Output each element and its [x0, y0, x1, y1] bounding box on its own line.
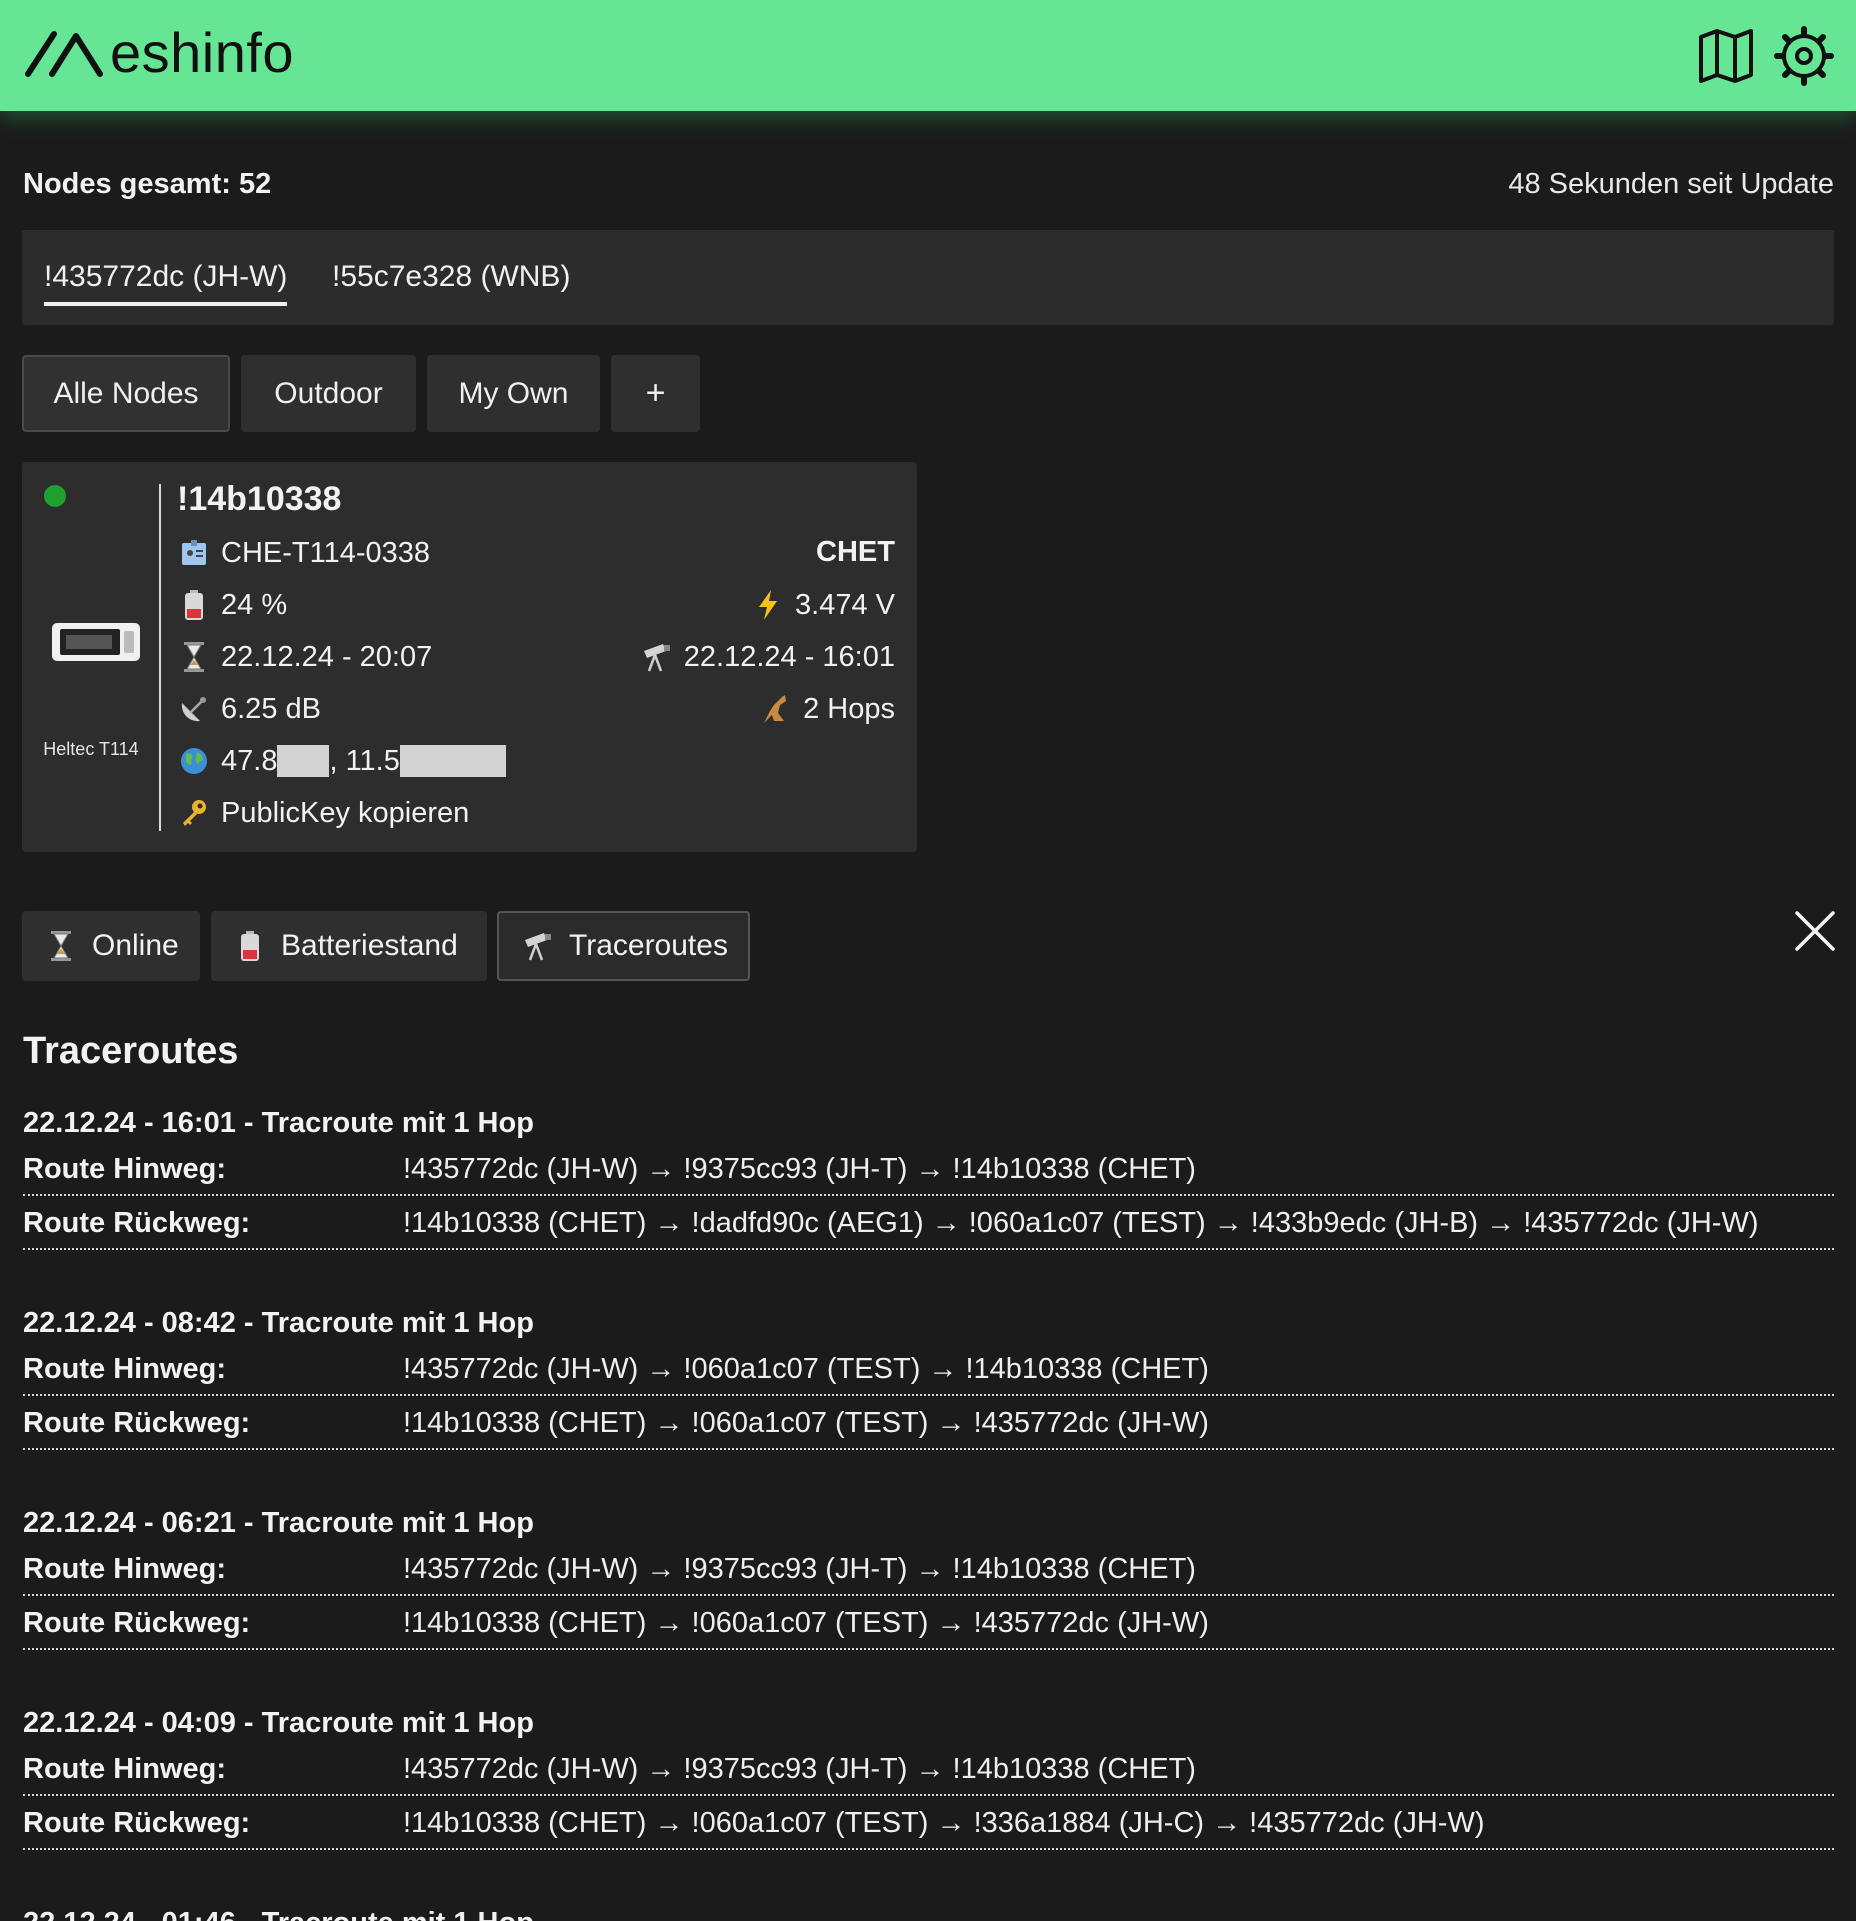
route-back-row: Route Rückweg: !14b10338 (CHET) → !060a1… — [23, 1596, 1834, 1650]
tab-gateway-jh-w[interactable]: !435772dc (JH-W) — [44, 260, 288, 306]
long-name: CHE-T114-0338 — [221, 536, 431, 569]
nodes-total: Nodes gesamt: 52 — [23, 168, 272, 200]
tab-batteriestand-label: Batteriestand — [281, 929, 458, 962]
device-model: Heltec T114 — [43, 739, 139, 759]
globe-icon — [177, 744, 211, 778]
filter-outdoor-button[interactable]: Outdoor — [241, 355, 416, 432]
traceroute-heading: 22.12.24 - 01:46 - Tracroute mit 1 Hop — [23, 1904, 1834, 1921]
route-back: !14b10338 (CHET) → !060a1c07 (TEST) → !4… — [403, 1607, 1209, 1639]
traceroute-heading: 22.12.24 - 06:21 - Tracroute mit 1 Hop — [23, 1507, 534, 1539]
telescope-icon — [640, 640, 674, 674]
traceroute-heading: 22.12.24 - 08:42 - Tracroute mit 1 Hop — [23, 1307, 534, 1339]
longitude: , 11.5 — [329, 744, 400, 777]
close-icon[interactable] — [1794, 910, 1836, 952]
traceroutes-title: Traceroutes — [23, 1030, 239, 1072]
last-traceroute-time: 22.12.24 - 16:01 — [683, 640, 895, 673]
route-back-row: Route Rückweg: !14b10338 (CHET) → !dadfd… — [23, 1196, 1834, 1250]
route-back-label: Route Rückweg: — [23, 1407, 251, 1439]
voltage-row: 3.474 V — [751, 588, 895, 622]
last-update: 48 Sekunden seit Update — [1508, 168, 1834, 200]
device-image — [52, 623, 140, 661]
route-back-label: Route Rückweg: — [23, 1207, 251, 1239]
route-forward: !435772dc (JH-W) → !9375cc93 (JH-T) → !1… — [403, 1153, 1196, 1185]
route-back-row: Route Rückweg: !14b10338 (CHET) → !060a1… — [23, 1796, 1834, 1850]
traceroute-entry: 22.12.24 - 04:09 - Tracroute mit 1 Hop R… — [23, 1704, 1834, 1850]
route-back: !14b10338 (CHET) → !060a1c07 (TEST) → !4… — [403, 1407, 1209, 1439]
route-back-row: Route Rückweg: !14b10338 (CHET) → !060a1… — [23, 1396, 1834, 1450]
route-forward-row: Route Hinweg: !435772dc (JH-W) → !9375cc… — [23, 1742, 1834, 1796]
filter-my-own-button[interactable]: My Own — [427, 355, 600, 432]
route-forward-label: Route Hinweg: — [23, 1753, 226, 1785]
id-badge-icon — [177, 536, 211, 570]
route-back: !14b10338 (CHET) → !dadfd90c (AEG1) → !0… — [403, 1207, 1759, 1239]
key-icon — [177, 796, 211, 830]
route-forward-row: Route Hinweg: !435772dc (JH-W) → !060a1c… — [23, 1342, 1834, 1396]
tab-online[interactable]: Online — [22, 911, 200, 981]
node-id: !14b10338 — [177, 480, 342, 518]
tab-online-label: Online — [92, 929, 179, 962]
online-status-dot — [44, 485, 66, 507]
node-card[interactable]: Heltec T114 !14b10338 CHE-T114-0338 CHET… — [22, 462, 917, 852]
last-seen: 22.12.24 - 20:07 — [221, 640, 433, 673]
gateway-tabs: !435772dc (JH-W) !55c7e328 (WNB) — [22, 230, 1834, 325]
route-forward-label: Route Hinweg: — [23, 1353, 226, 1385]
battery-icon — [177, 588, 211, 622]
route-forward: !435772dc (JH-W) → !060a1c07 (TEST) → !1… — [403, 1353, 1209, 1385]
add-filter-button[interactable]: + — [611, 355, 700, 432]
logo-mark-icon — [25, 31, 103, 77]
battery-level: 24 % — [221, 588, 288, 621]
tab-traceroutes-label: Traceroutes — [569, 929, 728, 962]
traceroute-entry: 22.12.24 - 01:46 - Tracroute mit 1 Hop — [23, 1904, 1834, 1921]
traceroute-heading: 22.12.24 - 16:01 - Tracroute mit 1 Hop — [23, 1107, 534, 1139]
position-row: 47.8 , 11.5 — [177, 744, 506, 778]
kangaroo-icon — [759, 692, 793, 726]
traceroute-entry: 22.12.24 - 08:42 - Tracroute mit 1 Hop R… — [23, 1304, 1834, 1450]
telescope-icon — [521, 929, 555, 963]
route-forward-row: Route Hinweg: !435772dc (JH-W) → !9375cc… — [23, 1542, 1834, 1596]
tab-batteriestand[interactable]: Batteriestand — [211, 911, 487, 981]
last-seen-row: 22.12.24 - 20:07 — [177, 640, 432, 674]
traceroute-heading: 22.12.24 - 04:09 - Tracroute mit 1 Hop — [23, 1707, 534, 1739]
satellite-dish-icon — [177, 692, 211, 726]
filter-alle-nodes-button[interactable]: Alle Nodes — [22, 355, 230, 432]
longitude-redacted — [399, 745, 506, 777]
gear-icon[interactable] — [1773, 25, 1835, 87]
lightning-icon — [751, 588, 785, 622]
battery-row: 24 % — [177, 588, 287, 622]
copy-publickey-link[interactable]: PublicKey kopieren — [177, 796, 469, 830]
last-traceroute-row: 22.12.24 - 16:01 — [640, 640, 895, 674]
snr-value: 6.25 dB — [221, 692, 321, 725]
snr-row: 6.25 dB — [177, 692, 321, 726]
map-icon[interactable] — [1695, 25, 1757, 87]
top-bar: eshinfo — [0, 0, 1856, 111]
tab-traceroutes[interactable]: Traceroutes — [497, 911, 750, 981]
latitude-redacted — [277, 745, 330, 777]
route-back-label: Route Rückweg: — [23, 1807, 251, 1839]
latitude: 47.8 — [221, 744, 278, 777]
hourglass-icon — [177, 640, 211, 674]
logo-text: eshinfo — [110, 21, 295, 84]
card-divider — [159, 484, 161, 831]
route-back: !14b10338 (CHET) → !060a1c07 (TEST) → !3… — [403, 1807, 1485, 1839]
battery-icon — [233, 929, 267, 963]
route-forward-row: Route Hinweg: !435772dc (JH-W) → !9375cc… — [23, 1142, 1834, 1196]
route-forward-label: Route Hinweg: — [23, 1553, 226, 1585]
traceroute-entry: 22.12.24 - 16:01 - Tracroute mit 1 Hop R… — [23, 1104, 1834, 1250]
short-name: CHET — [816, 536, 895, 568]
traceroute-entry: 22.12.24 - 06:21 - Tracroute mit 1 Hop R… — [23, 1504, 1834, 1650]
hourglass-icon — [44, 929, 78, 963]
route-forward: !435772dc (JH-W) → !9375cc93 (JH-T) → !1… — [403, 1753, 1196, 1785]
app-logo[interactable]: eshinfo — [24, 22, 294, 84]
route-forward-label: Route Hinweg: — [23, 1153, 226, 1185]
short-name-row: CHET — [816, 536, 895, 569]
copy-publickey-label: PublicKey kopieren — [221, 796, 470, 829]
hops-count: 2 Hops — [803, 692, 895, 725]
hops-row: 2 Hops — [759, 692, 895, 726]
tab-gateway-wnb[interactable]: !55c7e328 (WNB) — [332, 260, 570, 302]
route-back-label: Route Rückweg: — [23, 1607, 251, 1639]
route-forward: !435772dc (JH-W) → !9375cc93 (JH-T) → !1… — [403, 1553, 1196, 1585]
long-name-row: CHE-T114-0338 — [177, 536, 430, 570]
voltage: 3.474 V — [795, 588, 895, 621]
